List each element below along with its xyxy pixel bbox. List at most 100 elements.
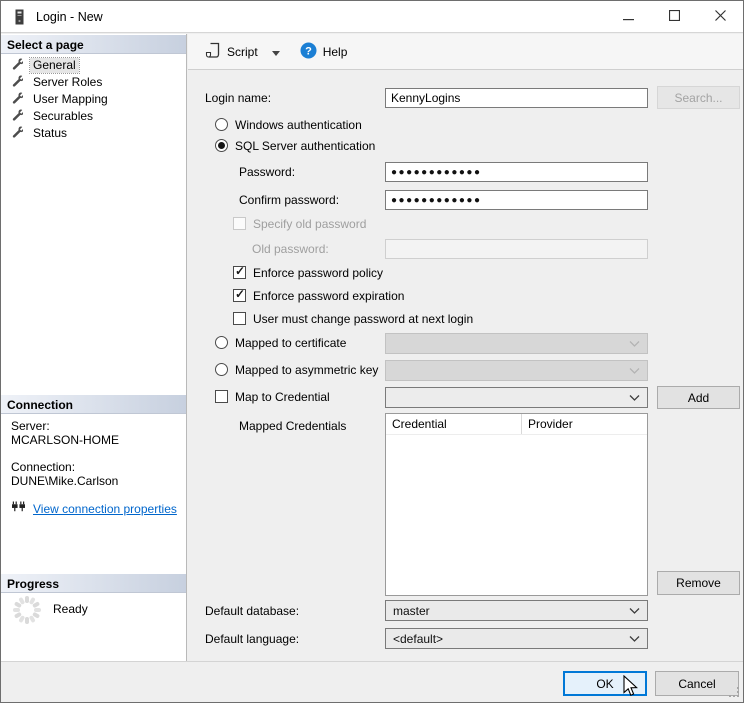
progress-block: Ready bbox=[11, 594, 88, 629]
resize-grip[interactable] bbox=[729, 687, 740, 701]
chevron-down-icon bbox=[271, 45, 280, 59]
must-change-password-label: User must change password at next login bbox=[253, 312, 474, 326]
login-new-dialog: Login - New Select a page General Server… bbox=[0, 0, 744, 703]
login-name-value: KennyLogins bbox=[391, 91, 461, 105]
map-to-credential-label: Map to Credential bbox=[235, 390, 330, 404]
login-name-label: Login name: bbox=[205, 91, 272, 105]
app-icon bbox=[12, 9, 27, 25]
titlebar: Login - New bbox=[1, 1, 743, 33]
old-password-label: Old password: bbox=[252, 242, 329, 256]
sidebar-item-label: Status bbox=[33, 126, 68, 140]
asymmetric-key-select bbox=[385, 360, 648, 381]
default-language-value: <default> bbox=[393, 631, 444, 646]
mapped-to-certificate-radio[interactable] bbox=[215, 336, 228, 349]
credential-column-header[interactable]: Credential bbox=[386, 414, 522, 434]
connection-info: Server: MCARLSON-HOME Connection: DUNE\M… bbox=[11, 419, 181, 517]
confirm-password-value: ●●●●●●●●●●●● bbox=[391, 194, 482, 206]
wrench-icon bbox=[10, 75, 24, 91]
sidebar-item-label: General bbox=[29, 57, 80, 74]
connection-properties-icon bbox=[11, 501, 26, 517]
password-label: Password: bbox=[239, 165, 296, 179]
script-button[interactable]: Script bbox=[201, 39, 262, 64]
sidebar-item-general[interactable]: General bbox=[1, 57, 186, 74]
maximize-button[interactable] bbox=[651, 1, 697, 32]
confirm-password-label: Confirm password: bbox=[239, 193, 340, 207]
cancel-button-label: Cancel bbox=[678, 676, 716, 691]
maximize-icon bbox=[668, 9, 680, 24]
close-button[interactable] bbox=[697, 1, 743, 32]
sidebar-item-label: Securables bbox=[33, 109, 94, 123]
wrench-icon bbox=[10, 58, 24, 74]
mapped-to-asymmetric-key-label: Mapped to asymmetric key bbox=[235, 363, 379, 377]
minimize-icon bbox=[622, 10, 634, 24]
mapped-to-asymmetric-key-radio[interactable] bbox=[215, 363, 228, 376]
password-input[interactable]: ●●●●●●●●●●●● bbox=[385, 162, 648, 182]
enforce-password-expiration-checkbox[interactable] bbox=[233, 287, 246, 302]
enforce-password-policy-checkbox[interactable] bbox=[233, 264, 246, 279]
default-database-label: Default database: bbox=[205, 604, 300, 618]
map-to-credential-checkbox[interactable] bbox=[215, 390, 228, 403]
progress-status: Ready bbox=[53, 602, 88, 616]
mapped-credentials-header: Credential Provider bbox=[386, 414, 647, 435]
chevron-down-icon bbox=[629, 607, 640, 614]
script-dropdown-button[interactable] bbox=[267, 42, 285, 62]
sql-server-authentication-label: SQL Server authentication bbox=[235, 139, 376, 153]
sidebar-item-securables[interactable]: Securables bbox=[1, 108, 186, 125]
mapped-credentials-label: Mapped Credentials bbox=[239, 419, 347, 433]
specify-old-password-label: Specify old password bbox=[253, 217, 367, 231]
chevron-down-icon bbox=[629, 394, 640, 401]
server-label: Server: bbox=[11, 419, 50, 433]
help-label: Help bbox=[322, 44, 348, 59]
confirm-password-input[interactable]: ●●●●●●●●●●●● bbox=[385, 190, 648, 210]
window-title: Login - New bbox=[36, 9, 103, 24]
add-button[interactable]: Add bbox=[657, 386, 740, 409]
close-icon bbox=[714, 9, 726, 24]
view-connection-properties-link[interactable]: View connection properties bbox=[33, 502, 177, 516]
select-a-page-header: Select a page bbox=[1, 34, 186, 54]
search-button-label: Search... bbox=[674, 90, 723, 105]
enforce-password-expiration-label: Enforce password expiration bbox=[253, 289, 405, 303]
mapped-credentials-list[interactable]: Credential Provider bbox=[385, 413, 648, 596]
svg-text:?: ? bbox=[305, 45, 312, 57]
connection-value: DUNE\Mike.Carlson bbox=[11, 474, 119, 488]
sidebar-item-user-mapping[interactable]: User Mapping bbox=[1, 91, 186, 108]
mapped-to-certificate-label: Mapped to certificate bbox=[235, 336, 347, 350]
password-value: ●●●●●●●●●●●● bbox=[391, 166, 482, 178]
chevron-down-icon bbox=[629, 340, 640, 347]
server-value: MCARLSON-HOME bbox=[11, 433, 120, 447]
progress-spinner-icon bbox=[11, 594, 43, 629]
credential-select[interactable] bbox=[385, 387, 648, 408]
cancel-button[interactable]: Cancel bbox=[655, 671, 739, 696]
wrench-icon bbox=[10, 109, 24, 125]
mouse-cursor bbox=[622, 674, 642, 701]
default-language-select[interactable]: <default> bbox=[385, 628, 648, 649]
connection-header: Connection bbox=[1, 394, 186, 414]
specify-old-password-checkbox bbox=[233, 217, 246, 230]
default-database-select[interactable]: master bbox=[385, 600, 648, 621]
script-icon bbox=[205, 42, 221, 61]
wrench-icon bbox=[10, 92, 24, 108]
sidebar-item-server-roles[interactable]: Server Roles bbox=[1, 74, 186, 91]
add-button-label: Add bbox=[687, 390, 710, 405]
remove-button[interactable]: Remove bbox=[657, 571, 740, 595]
minimize-button[interactable] bbox=[605, 1, 651, 32]
sidebar-item-label: Server Roles bbox=[33, 75, 103, 89]
must-change-password-checkbox[interactable] bbox=[233, 312, 246, 325]
login-name-input[interactable]: KennyLogins bbox=[385, 88, 648, 108]
windows-authentication-radio[interactable] bbox=[215, 118, 228, 131]
remove-button-label: Remove bbox=[676, 576, 721, 590]
provider-column-header[interactable]: Provider bbox=[522, 414, 647, 434]
default-database-value: master bbox=[393, 603, 430, 618]
help-icon: ? bbox=[300, 42, 317, 62]
sql-server-authentication-radio[interactable] bbox=[215, 139, 228, 152]
sidebar-item-status[interactable]: Status bbox=[1, 125, 186, 142]
progress-header: Progress bbox=[1, 573, 186, 593]
default-language-label: Default language: bbox=[205, 632, 300, 646]
dialog-toolbar: Script ? Help bbox=[188, 34, 743, 70]
enforce-password-policy-label: Enforce password policy bbox=[253, 266, 384, 280]
chevron-down-icon bbox=[629, 367, 640, 374]
script-label: Script bbox=[227, 44, 258, 59]
caption-buttons bbox=[605, 1, 743, 32]
wrench-icon bbox=[10, 126, 24, 142]
help-button[interactable]: ? Help bbox=[296, 39, 352, 65]
